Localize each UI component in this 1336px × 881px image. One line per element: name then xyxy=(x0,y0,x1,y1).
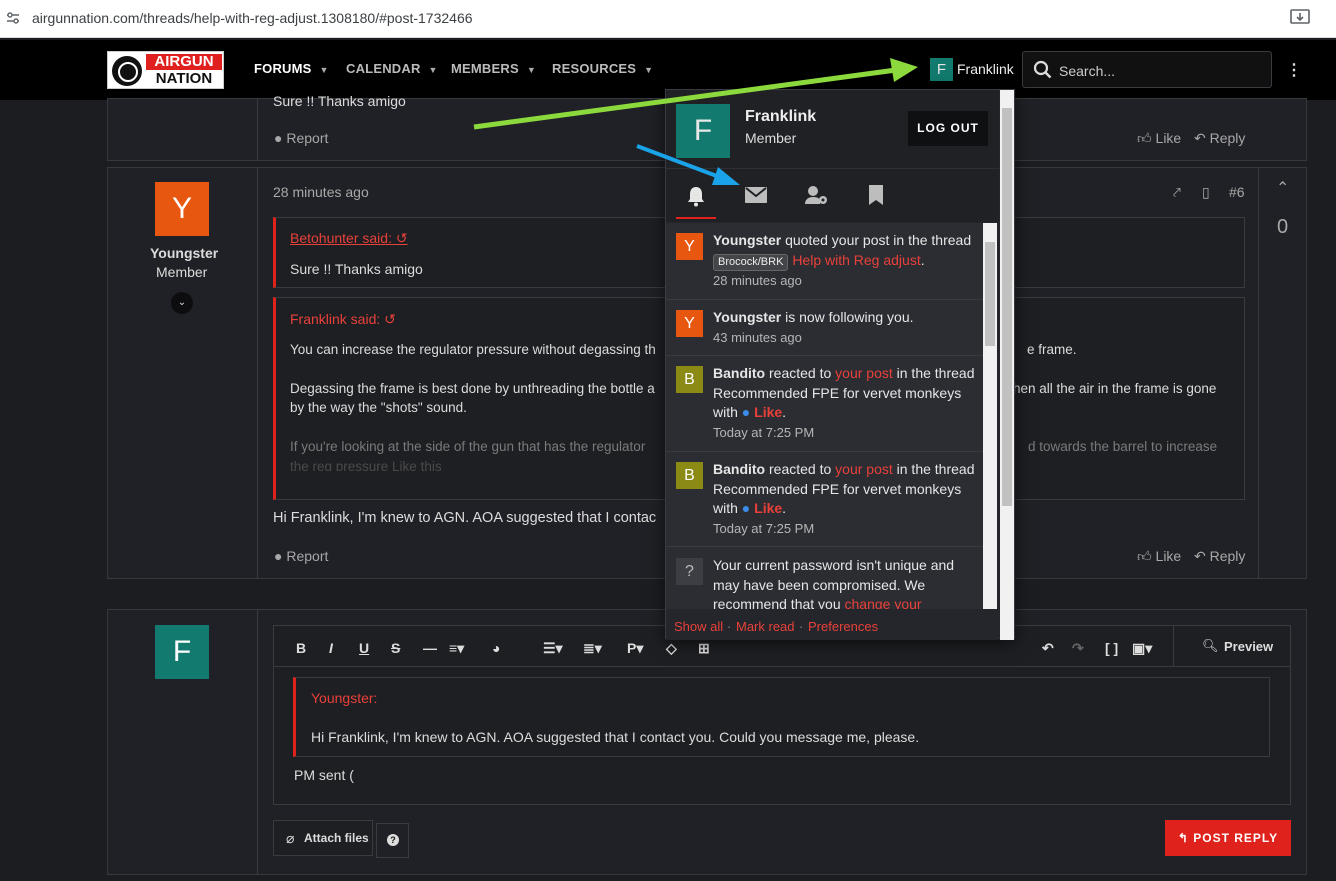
green-arrow xyxy=(473,58,918,130)
blue-arrow xyxy=(636,144,740,185)
annotation-arrows xyxy=(473,58,918,185)
